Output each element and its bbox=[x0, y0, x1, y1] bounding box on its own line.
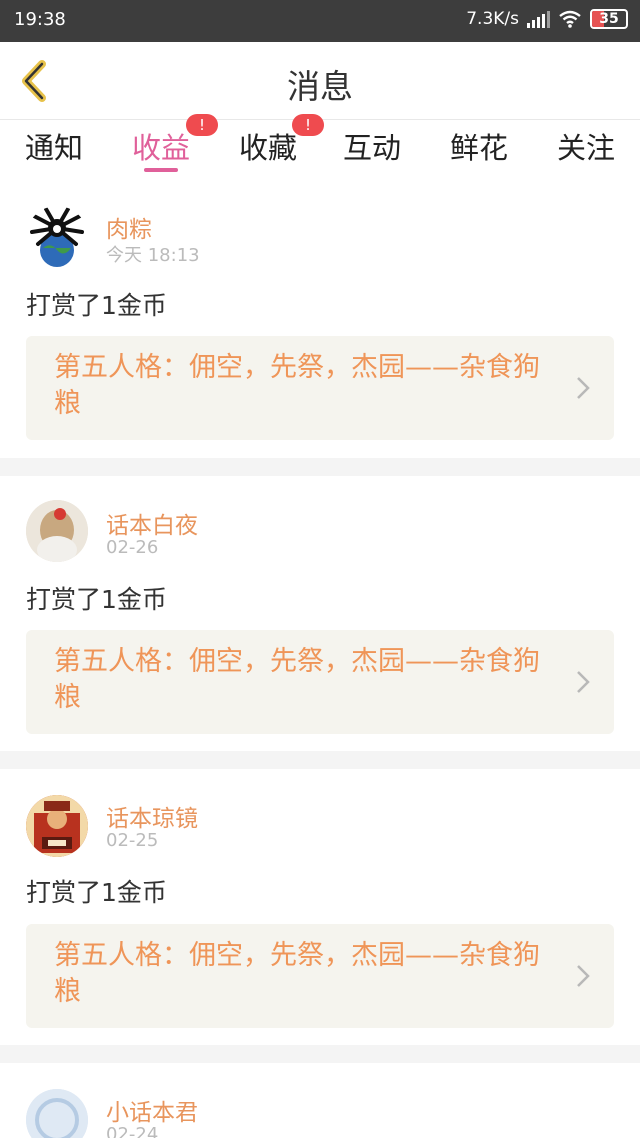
tab-favorites-badge: ! bbox=[292, 114, 324, 136]
signal-icon bbox=[527, 10, 550, 28]
page-title: 消息 bbox=[287, 67, 353, 106]
username[interactable]: 话本琼镜 bbox=[106, 799, 198, 833]
message-item: 话本琼镜 02-25 打赏了1金币 第五人格：佣空，先祭，杰园——杂食狗粮 bbox=[0, 769, 640, 1045]
work-title: 第五人格：佣空，先祭，杰园——杂食狗粮 bbox=[54, 646, 540, 713]
avatar[interactable] bbox=[26, 206, 88, 268]
tab-bar: 通知 收益 收藏 互动 鲜花 关注 ! ! bbox=[0, 114, 640, 179]
avatar[interactable] bbox=[26, 795, 88, 857]
work-link[interactable]: 第五人格：佣空，先祭，杰园——杂食狗粮 bbox=[26, 924, 614, 1028]
status-time: 19:38 bbox=[14, 9, 66, 30]
message-text: 打赏了1金币 bbox=[26, 585, 167, 614]
chevron-right-icon bbox=[577, 965, 590, 987]
avatar[interactable] bbox=[26, 1089, 88, 1138]
app-header: 消息 bbox=[0, 42, 640, 120]
message-item: 话本白夜 02-26 打赏了1金币 第五人格：佣空，先祭，杰园——杂食狗粮 bbox=[0, 476, 640, 751]
battery-level: 35 bbox=[599, 11, 619, 27]
tab-following[interactable]: 关注 bbox=[546, 125, 626, 167]
message-text: 打赏了1金币 bbox=[26, 291, 167, 320]
username[interactable]: 肉粽 bbox=[106, 210, 152, 244]
chevron-right-icon bbox=[577, 671, 590, 693]
username[interactable]: 小话本君 bbox=[106, 1093, 198, 1127]
timestamp: 02-24 bbox=[106, 1124, 159, 1138]
section-divider bbox=[0, 458, 640, 476]
avatar[interactable] bbox=[26, 500, 88, 562]
work-title: 第五人格：佣空，先祭，杰园——杂食狗粮 bbox=[54, 352, 540, 419]
username[interactable]: 话本白夜 bbox=[106, 506, 198, 540]
timestamp: 02-25 bbox=[106, 830, 159, 851]
timestamp: 今天 18:13 bbox=[106, 245, 200, 266]
wifi-icon bbox=[559, 10, 581, 28]
message-item: 肉粽 今天 18:13 打赏了1金币 第五人格：佣空，先祭，杰园——杂食狗粮 bbox=[0, 180, 640, 458]
section-divider bbox=[0, 1045, 640, 1063]
network-speed: 7.3K/s bbox=[466, 9, 519, 29]
timestamp: 02-26 bbox=[106, 537, 159, 558]
message-text: 打赏了1金币 bbox=[26, 878, 167, 907]
work-title: 第五人格：佣空，先祭，杰园——杂食狗粮 bbox=[54, 940, 540, 1007]
work-link[interactable]: 第五人格：佣空，先祭，杰园——杂食狗粮 bbox=[26, 630, 614, 734]
status-right: 7.3K/s 35 bbox=[466, 9, 628, 29]
tab-notifications[interactable]: 通知 bbox=[14, 125, 94, 167]
battery-icon: 35 bbox=[590, 9, 628, 29]
tab-interactions[interactable]: 互动 bbox=[332, 125, 412, 167]
message-item: 小话本君 02-24 bbox=[0, 1063, 640, 1138]
active-tab-indicator bbox=[144, 168, 178, 172]
status-bar: 19:38 7.3K/s 35 bbox=[0, 0, 640, 42]
tab-earnings-badge: ! bbox=[186, 114, 218, 136]
work-link[interactable]: 第五人格：佣空，先祭，杰园——杂食狗粮 bbox=[26, 336, 614, 440]
section-divider bbox=[0, 751, 640, 769]
chevron-right-icon bbox=[577, 377, 590, 399]
tab-flowers[interactable]: 鲜花 bbox=[439, 125, 519, 167]
